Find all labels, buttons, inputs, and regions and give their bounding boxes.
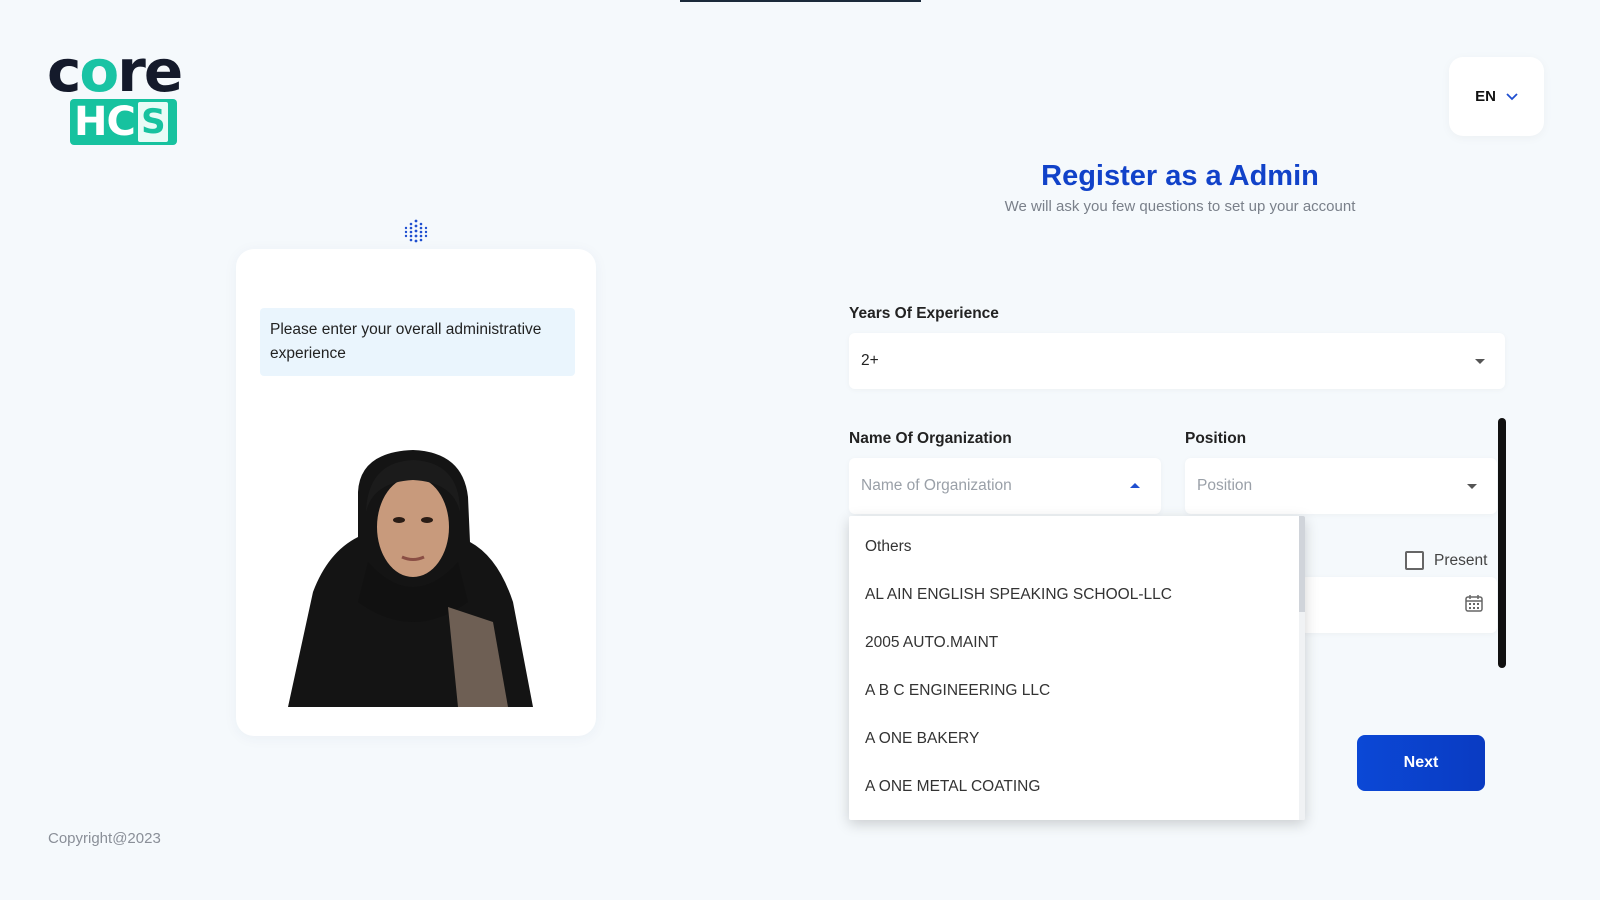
position-placeholder: Position: [1197, 477, 1253, 494]
organization-label: Name Of Organization: [849, 430, 1012, 447]
copyright-text: Copyright@2023: [48, 830, 161, 847]
dropdown-option[interactable]: AL AIN ENGLISH SPEAKING SCHOOL-LLC: [865, 586, 1172, 604]
logo-badge: HC S: [70, 99, 177, 145]
present-label: Present: [1434, 551, 1488, 569]
dropdown-option[interactable]: A B C ENGINEERING LLC: [865, 682, 1050, 700]
language-selector[interactable]: EN: [1449, 57, 1544, 136]
organization-select[interactable]: Name of Organization: [849, 458, 1161, 514]
experience-select[interactable]: 2+: [849, 333, 1505, 389]
next-button[interactable]: Next: [1357, 735, 1485, 791]
assistant-avatar: [288, 450, 533, 707]
caret-up-icon: [1130, 483, 1140, 488]
dropdown-option[interactable]: Others: [865, 538, 912, 556]
page-subtitle: We will ask you few questions to set up …: [1004, 198, 1356, 215]
position-select[interactable]: Position: [1185, 458, 1497, 514]
organization-placeholder: Name of Organization: [861, 477, 1012, 494]
present-checkbox-group[interactable]: Present: [1405, 551, 1487, 570]
experience-label: Years Of Experience: [849, 305, 999, 322]
present-checkbox[interactable]: [1405, 551, 1424, 570]
dots-assistant-icon: [404, 219, 428, 243]
position-label: Position: [1185, 430, 1247, 447]
experience-value: 2+: [861, 352, 879, 369]
form-scrollbar[interactable]: [1498, 418, 1506, 668]
chevron-down-icon: [1506, 90, 1518, 104]
logo-word: core: [47, 37, 183, 105]
assistant-card: Please enter your overall administrative…: [236, 249, 596, 736]
dropdown-option[interactable]: A ONE BAKERY: [865, 730, 979, 748]
organization-dropdown: Others AL AIN ENGLISH SPEAKING SCHOOL-LL…: [849, 516, 1305, 820]
calendar-icon[interactable]: [1464, 593, 1484, 613]
core-hcs-logo: core HC S: [47, 42, 207, 152]
dropdown-option[interactable]: A ONE METAL COATING: [865, 778, 1040, 796]
top-progress-strip: [680, 0, 921, 2]
dropdown-scrollbar[interactable]: [1299, 516, 1305, 612]
caret-down-icon: [1467, 484, 1477, 489]
dropdown-option[interactable]: 2005 AUTO.MAINT: [865, 634, 998, 652]
language-label: EN: [1475, 88, 1496, 105]
page-title: Register as a Admin: [1041, 160, 1319, 192]
caret-down-icon: [1475, 359, 1485, 364]
assistant-prompt: Please enter your overall administrative…: [260, 308, 575, 376]
